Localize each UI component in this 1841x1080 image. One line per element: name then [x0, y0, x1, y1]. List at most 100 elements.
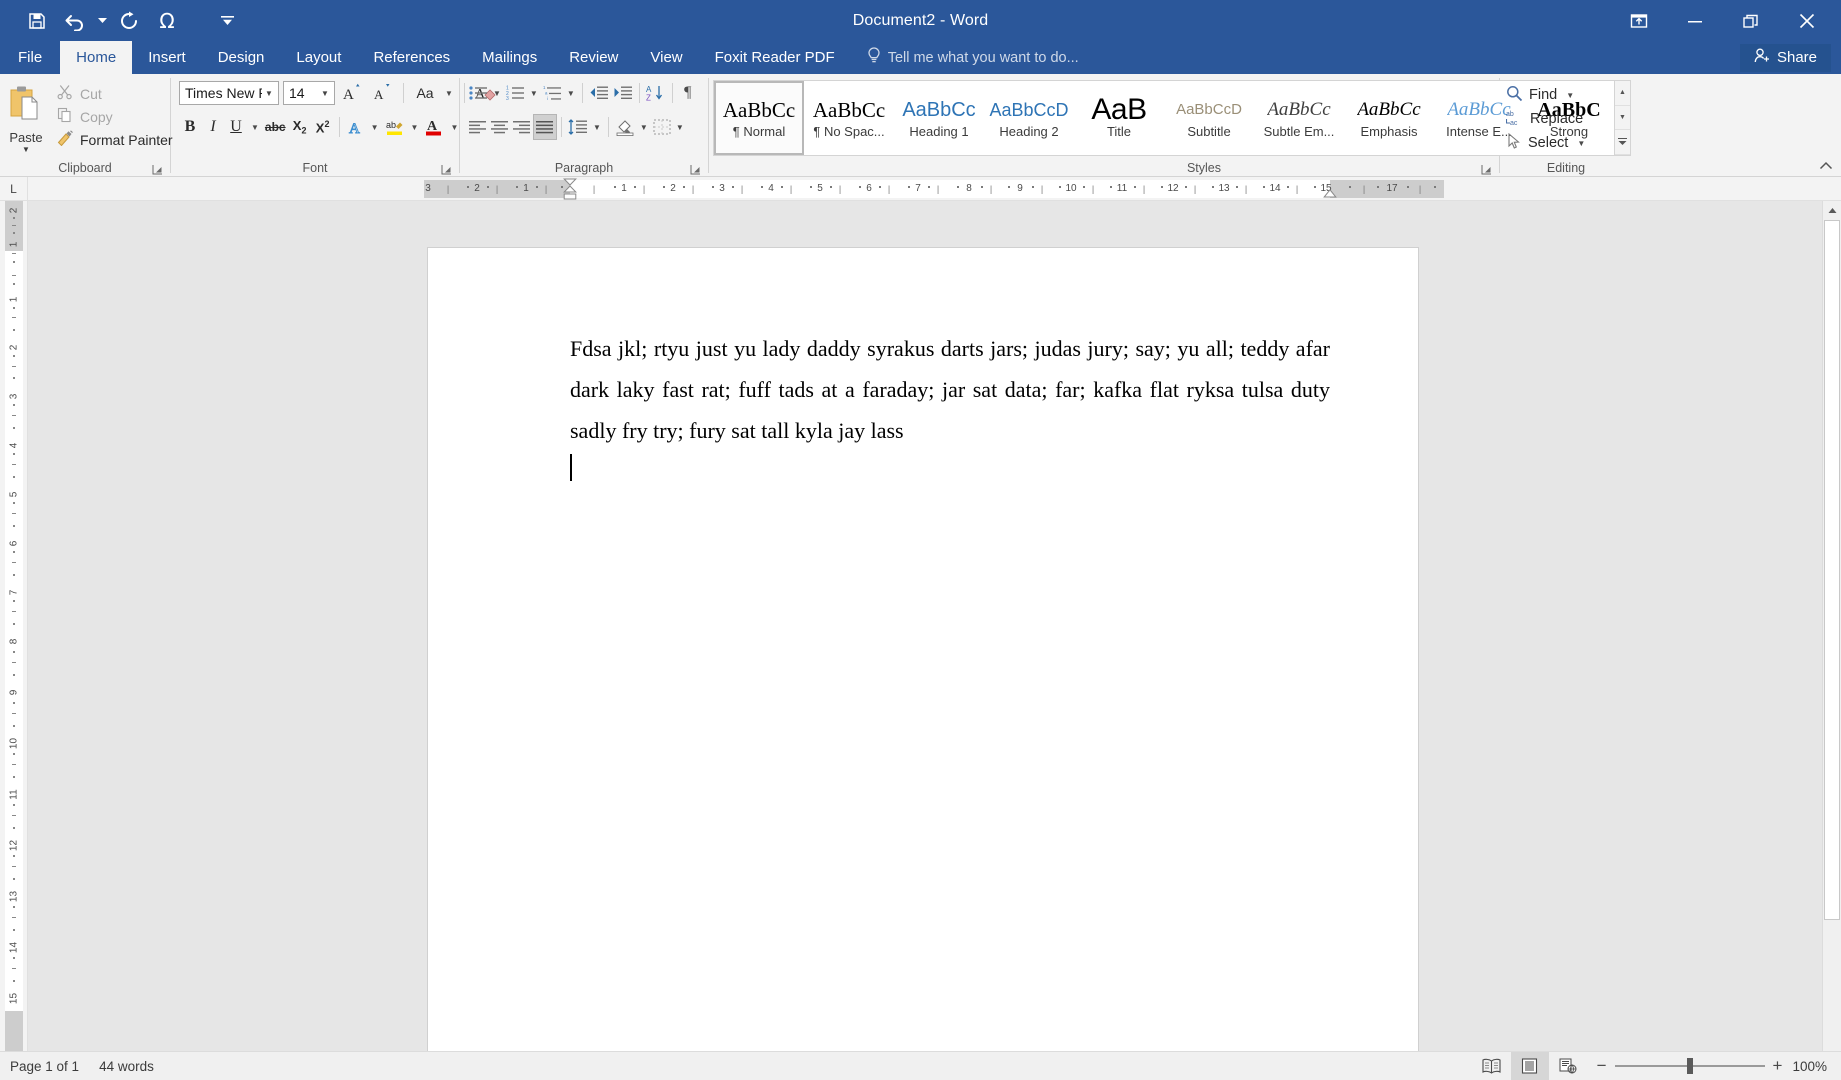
copy-button[interactable]: Copy	[52, 105, 178, 128]
zoom-slider[interactable]: − +	[1587, 1052, 1793, 1080]
tab-insert[interactable]: Insert	[132, 41, 202, 74]
shading-icon[interactable]	[613, 114, 637, 140]
sort-icon[interactable]: AZ	[644, 80, 668, 106]
redo-icon[interactable]	[110, 5, 148, 37]
vertical-scrollbar[interactable]	[1822, 201, 1841, 1051]
style-normal[interactable]: AaBbCc ¶ Normal	[714, 81, 804, 155]
page-indicator[interactable]: Page 1 of 1	[0, 1059, 89, 1074]
line-spacing-dropdown-icon[interactable]: ▼	[590, 123, 604, 132]
font-size-input[interactable]: 14 ▼	[283, 81, 335, 105]
indent-marker-right[interactable]	[1323, 189, 1336, 197]
italic-icon[interactable]: I	[202, 114, 224, 140]
font-name-dropdown-icon[interactable]: ▼	[262, 89, 276, 98]
font-color-icon[interactable]: A	[422, 114, 446, 140]
customize-quick-access-icon[interactable]	[208, 5, 246, 37]
subscript-icon[interactable]: X2	[289, 114, 311, 140]
select-button[interactable]: Select ▼	[1506, 131, 1588, 155]
align-center-icon[interactable]	[489, 114, 511, 140]
document-page[interactable]: Fdsa jkl; rtyu just yu lady daddy syraku…	[428, 248, 1418, 1051]
styles-dialog-launcher[interactable]	[1481, 164, 1493, 176]
grow-font-icon[interactable]: A	[339, 80, 365, 106]
scroll-up-icon[interactable]	[1823, 201, 1841, 220]
find-dropdown-icon[interactable]: ▼	[1563, 91, 1577, 100]
read-mode-icon[interactable]	[1473, 1052, 1511, 1080]
scrollbar-thumb[interactable]	[1824, 220, 1840, 920]
tab-design[interactable]: Design	[202, 41, 281, 74]
restore-icon[interactable]	[1723, 0, 1779, 41]
text-effects-dropdown-icon[interactable]: ▼	[368, 123, 382, 132]
paste-dropdown-icon[interactable]: ▼	[22, 146, 30, 153]
cut-button[interactable]: Cut	[52, 82, 178, 105]
zoom-track[interactable]	[1615, 1065, 1765, 1067]
undo-dropdown-icon[interactable]	[94, 5, 110, 37]
tab-view[interactable]: View	[634, 41, 698, 74]
font-dialog-launcher[interactable]	[441, 164, 453, 176]
justify-icon[interactable]	[533, 114, 557, 140]
borders-icon[interactable]	[651, 114, 673, 140]
scrollbar-track[interactable]	[1823, 220, 1841, 1051]
style-subtle-emphasis[interactable]: AaBbCc Subtle Em...	[1254, 81, 1344, 155]
document-canvas[interactable]: Fdsa jkl; rtyu just yu lady daddy syraku…	[28, 201, 1841, 1051]
multilevel-list-icon[interactable]: 1ai	[541, 80, 564, 106]
numbering-dropdown-icon[interactable]: ▼	[527, 89, 541, 98]
tab-layout[interactable]: Layout	[280, 41, 357, 74]
clipboard-dialog-launcher[interactable]	[152, 164, 164, 176]
style-subtitle[interactable]: AaBbCcD Subtitle	[1164, 81, 1254, 155]
change-case-dropdown-icon[interactable]: ▼	[442, 89, 456, 98]
tab-stop-selector[interactable]: L	[0, 177, 28, 201]
decrease-indent-icon[interactable]	[587, 80, 611, 106]
word-count[interactable]: 44 words	[89, 1059, 164, 1074]
web-layout-icon[interactable]	[1549, 1052, 1587, 1080]
multilevel-dropdown-icon[interactable]: ▼	[564, 89, 578, 98]
zoom-level[interactable]: 100%	[1792, 1059, 1841, 1074]
horizontal-ruler[interactable]: 3 | 2 | 1 | | 1 | 2 | 3 | 4	[424, 180, 1444, 198]
select-dropdown-icon[interactable]: ▼	[1574, 139, 1588, 148]
styles-gallery[interactable]: AaBbCc ¶ Normal AaBbCc ¶ No Spac... AaBb…	[713, 80, 1631, 156]
change-case-icon[interactable]: Aa	[412, 80, 438, 106]
indent-markers-left[interactable]	[563, 178, 576, 200]
bold-icon[interactable]: B	[179, 114, 201, 140]
align-left-icon[interactable]	[467, 114, 489, 140]
font-name-input[interactable]: Times New Ro ▼	[179, 81, 279, 105]
underline-icon[interactable]: U	[225, 114, 247, 140]
collapse-ribbon-icon[interactable]	[1819, 159, 1833, 174]
paragraph-dialog-launcher[interactable]	[690, 164, 702, 176]
tell-me-search[interactable]: Tell me what you want to do...	[851, 41, 1079, 74]
tab-mailings[interactable]: Mailings	[466, 41, 553, 74]
close-icon[interactable]	[1779, 0, 1835, 41]
replace-button[interactable]: abac Replace	[1506, 107, 1588, 131]
borders-dropdown-icon[interactable]: ▼	[673, 123, 687, 132]
save-icon[interactable]	[18, 5, 56, 37]
minimize-icon[interactable]	[1667, 0, 1723, 41]
underline-dropdown-icon[interactable]: ▼	[248, 123, 262, 132]
omega-icon[interactable]: Ω	[148, 5, 186, 37]
paste-button[interactable]: Paste ▼	[6, 79, 46, 155]
style-title[interactable]: AaВ Title	[1074, 81, 1164, 155]
text-effects-icon[interactable]: A	[345, 114, 367, 140]
numbering-icon[interactable]: 123	[504, 80, 527, 106]
style-heading-2[interactable]: AaBbCcD Heading 2	[984, 81, 1074, 155]
tab-home[interactable]: Home	[60, 41, 132, 74]
shading-dropdown-icon[interactable]: ▼	[637, 123, 651, 132]
ribbon-display-options-icon[interactable]	[1611, 0, 1667, 41]
superscript-icon[interactable]: X2	[312, 114, 334, 140]
undo-icon[interactable]	[56, 5, 94, 37]
font-size-dropdown-icon[interactable]: ▼	[318, 89, 332, 98]
print-layout-icon[interactable]	[1511, 1052, 1549, 1080]
zoom-thumb[interactable]	[1687, 1058, 1693, 1074]
tab-file[interactable]: File	[0, 41, 60, 74]
align-right-icon[interactable]	[511, 114, 533, 140]
strikethrough-icon[interactable]: abc	[263, 114, 288, 140]
highlight-dropdown-icon[interactable]: ▼	[408, 123, 422, 132]
show-formatting-marks-icon[interactable]: ¶	[677, 80, 699, 106]
increase-indent-icon[interactable]	[611, 80, 635, 106]
tab-review[interactable]: Review	[553, 41, 634, 74]
tab-references[interactable]: References	[357, 41, 466, 74]
vertical-ruler[interactable]: 2 1 1 2 3 4 5	[0, 201, 28, 1051]
format-painter-button[interactable]: Format Painter	[52, 128, 178, 151]
zoom-out-button[interactable]: −	[1597, 1059, 1607, 1073]
zoom-in-button[interactable]: +	[1773, 1059, 1783, 1073]
line-spacing-icon[interactable]	[566, 114, 590, 140]
share-button[interactable]: Share	[1740, 44, 1831, 72]
style-heading-1[interactable]: AaBbCс Heading 1	[894, 81, 984, 155]
